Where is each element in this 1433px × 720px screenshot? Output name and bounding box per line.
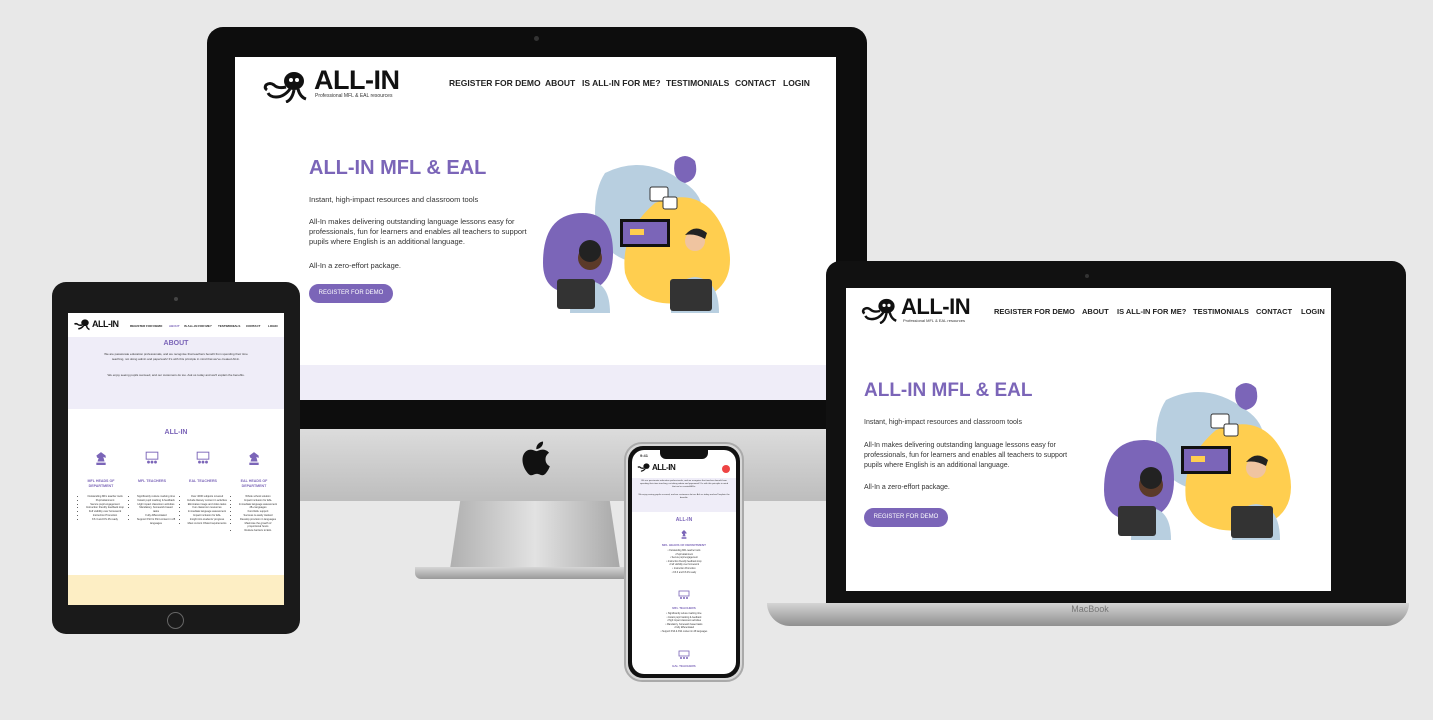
iphone-notch — [660, 450, 708, 459]
octopus-logo-icon — [861, 298, 897, 324]
phone-about-p1: We are passionate education professional… — [639, 480, 729, 489]
nav-login[interactable]: LOGIN — [783, 78, 810, 88]
about-title: ABOUT — [163, 340, 189, 347]
tablet-next-section — [68, 575, 284, 605]
nav-contact[interactable]: CONTACT — [246, 324, 260, 328]
tablet-col-list: Significantly reduce marking timeInstant… — [130, 495, 176, 525]
tablet-col-item: Mandatory, homework based tasks — [136, 506, 176, 514]
octopus-logo-icon — [637, 463, 650, 472]
teacher-icon — [678, 650, 690, 659]
about-paragraph-2: We enjoy seeing pupils succeed, and our … — [107, 373, 245, 377]
nav-about[interactable]: ABOUT — [169, 324, 180, 328]
nav-testimonials[interactable]: TESTIMONIALS — [666, 78, 729, 88]
logo-text[interactable]: ALL-IN — [901, 294, 971, 320]
tablet-col-list: Whole school solutionImpact inclusion fo… — [232, 495, 278, 533]
ipad-screen: ALL-IN REGISTER FOR DEMO ABOUT IS ALL-IN… — [68, 313, 284, 605]
phone-about-section: We are passionate education professional… — [632, 478, 736, 512]
nav-register-demo[interactable]: REGISTER FOR DEMO — [994, 307, 1075, 316]
phone-col1-title: MFL HEADS OF DEPARTMENT — [662, 543, 706, 547]
ipad-camera — [174, 297, 178, 301]
about-paragraph-1: We are passionate education professional… — [104, 352, 248, 361]
imac-stand — [450, 501, 620, 569]
phone-col1-list: • Outstanding MFL teacher tools • Pupil a… — [652, 550, 716, 575]
tablet-col-item: Reduce barriers to EAL — [238, 529, 278, 533]
nav-is-all-in-for-me[interactable]: IS ALL-IN FOR ME? — [184, 324, 212, 328]
hero-illustration — [543, 156, 730, 313]
hero-title: ALL-IN MFL & EAL — [309, 157, 487, 179]
hero-tagline: All-In a zero-effort package. — [864, 484, 950, 491]
register-demo-button[interactable]: REGISTER FOR DEMO — [864, 508, 948, 527]
tablet-col-title: MFL HEADS OF DEPARTMENT — [87, 479, 115, 488]
imac-next-section — [235, 365, 836, 400]
tablet-col-title: EAL TEACHERS — [189, 479, 217, 483]
phone-about-p2: We enjoy seeing pupils succeed, and our … — [638, 494, 730, 500]
phone-col2-title: MFL TEACHERS — [672, 606, 696, 610]
phone-col3-title: EAL TEACHERS — [672, 664, 696, 668]
octopus-logo-icon — [263, 72, 307, 103]
apple-logo-icon — [522, 441, 550, 476]
register-demo-button[interactable]: REGISTER FOR DEMO — [309, 284, 393, 303]
nav-testimonials[interactable]: TESTIMONIALS — [218, 324, 240, 328]
hero-illustration — [1104, 383, 1291, 540]
nav-is-all-in-for-me[interactable]: IS ALL-IN FOR ME? — [582, 78, 661, 88]
octopus-logo-icon — [74, 319, 90, 331]
nav-register-demo[interactable]: REGISTER FOR DEMO — [449, 78, 541, 88]
tablet-col-title: EAL HEADS OF DEPARTMENT — [240, 479, 268, 488]
classroom-icon — [145, 451, 159, 464]
section-title: ALL-IN — [164, 429, 188, 436]
logo-tagline: Professional MFL & EAL resources — [315, 93, 393, 99]
about-section: ABOUT We are passionate education profes… — [68, 337, 284, 409]
classroom-icon — [678, 590, 690, 599]
tablet-col-item: Support KS3 & KS4 content in 28 language… — [136, 518, 176, 526]
logo-tagline: Professional MFL & EAL resources — [903, 318, 965, 323]
logo-text[interactable]: ALL-IN — [314, 65, 400, 96]
ipad-home-button[interactable] — [167, 612, 184, 629]
nav-about[interactable]: ABOUT — [545, 78, 575, 88]
nav-login[interactable]: LOGIN — [268, 324, 278, 328]
iphone-screen: 9:41 ALL-IN We are passionate education … — [632, 450, 736, 674]
macbook-label: MacBook — [1071, 604, 1109, 614]
macbook-screen: ALL-IN Professional MFL & EAL resources … — [846, 288, 1331, 591]
hero-subtitle: Instant, high-impact resources and class… — [864, 419, 1022, 426]
phone-col2-list: • Significantly reduce marking time • Ins… — [652, 613, 716, 635]
nav-testimonials[interactable]: TESTIMONIALS — [1193, 307, 1249, 316]
nav-contact[interactable]: CONTACT — [735, 78, 776, 88]
phone-list-item: • Support KS3 & KS4 content in 28 langua… — [660, 630, 708, 633]
nav-is-all-in-for-me[interactable]: IS ALL-IN FOR ME? — [1117, 307, 1186, 316]
hero-description: All-In makes delivering outstanding lang… — [309, 217, 527, 246]
nav-login[interactable]: LOGIN — [1301, 307, 1325, 316]
imac-screen: ALL-IN Professional MFL & EAL resources … — [235, 57, 836, 400]
macbook-camera — [1085, 274, 1089, 278]
imac-camera — [534, 36, 539, 41]
hero-tagline: All-In a zero-effort package. — [309, 261, 401, 270]
knight-chess-icon — [96, 452, 106, 465]
logo-text[interactable]: ALL-IN — [92, 319, 119, 329]
nav-contact[interactable]: CONTACT — [1256, 307, 1292, 316]
status-time: 9:41 — [640, 453, 649, 458]
hero-subtitle: Instant, high-impact resources and class… — [309, 195, 479, 204]
phone-list-item: • KS 3 and KS 4S ready — [671, 571, 697, 574]
menu-toggle-icon[interactable] — [722, 465, 730, 473]
knight-chess-icon — [681, 530, 687, 539]
imac-base — [415, 567, 655, 579]
phone-section-title: ALL-IN — [675, 517, 693, 523]
tablet-col-item: Meet current Ofsted requirements — [187, 522, 227, 526]
tablet-col-list: Over 4000 subjects coveredInclude litera… — [181, 495, 227, 525]
nav-register-demo[interactable]: REGISTER FOR DEMO — [130, 324, 162, 328]
teacher-icon — [196, 451, 210, 464]
hero-title: ALL-IN MFL & EAL — [864, 380, 1033, 401]
knight-chess-icon — [249, 452, 259, 465]
logo-text[interactable]: ALL-IN — [652, 463, 676, 472]
tablet-col-item: KS 3 and KS 4S ready — [85, 518, 125, 522]
tablet-col-title: MFL TEACHERS — [137, 479, 167, 483]
hero-description: All-In makes delivering outstanding lang… — [864, 442, 1068, 469]
tablet-col-list: Outstanding MFL teacher toolsPupil attai… — [79, 495, 125, 522]
nav-about[interactable]: ABOUT — [1082, 307, 1109, 316]
